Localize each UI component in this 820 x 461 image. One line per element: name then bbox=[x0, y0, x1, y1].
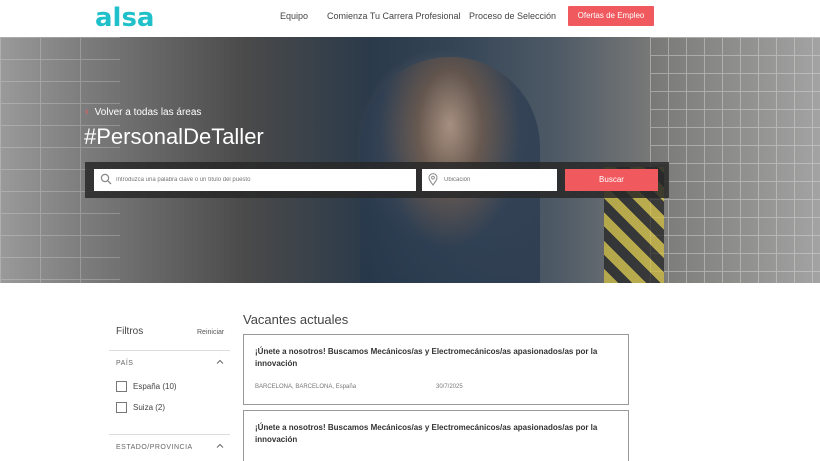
back-to-areas-link[interactable]: ‹ Volver a todas las áreas bbox=[85, 106, 201, 119]
filters-title: Filtros bbox=[116, 326, 144, 337]
alsa-logo[interactable]: alsa bbox=[95, 5, 154, 31]
vacancies-heading: Vacantes actuales bbox=[243, 312, 349, 327]
hero-background-grid bbox=[650, 37, 820, 283]
filters-divider bbox=[109, 434, 230, 435]
reset-filters-link[interactable]: Reiniciar bbox=[197, 329, 224, 336]
page-title: #PersonalDeTaller bbox=[84, 124, 264, 149]
job-date: 30/7/2025 bbox=[436, 384, 463, 390]
chevron-left-icon: ‹ bbox=[85, 106, 89, 118]
filter-option-espana-label[interactable]: España (10) bbox=[133, 382, 177, 391]
nav-link-carrera[interactable]: Comienza Tu Carrera Profesional bbox=[327, 11, 461, 22]
job-location: BARCELONA, BARCELONA, España bbox=[255, 384, 357, 390]
filter-section-state-label[interactable]: ESTADO/PROVINCIA bbox=[116, 444, 193, 451]
filter-section-country-label[interactable]: PAÍS bbox=[116, 360, 133, 367]
chevron-up-icon[interactable] bbox=[216, 442, 224, 450]
hero-background-wall bbox=[0, 37, 120, 283]
nav-link-proceso[interactable]: Proceso de Selección bbox=[469, 11, 556, 22]
keyword-search-field[interactable] bbox=[94, 169, 416, 191]
job-title-link[interactable]: ¡Únete a nosotros! Buscamos Mecánicos/as… bbox=[255, 346, 615, 370]
job-card[interactable]: ¡Únete a nosotros! Buscamos Mecánicos/as… bbox=[243, 410, 629, 461]
keyword-search-input[interactable] bbox=[116, 169, 406, 191]
filter-checkbox-espana[interactable] bbox=[116, 381, 127, 392]
job-title-link[interactable]: ¡Únete a nosotros! Buscamos Mecánicos/as… bbox=[255, 422, 615, 446]
hero-banner: ‹ Volver a todas las áreas #PersonalDeTal… bbox=[0, 37, 820, 283]
search-icon bbox=[100, 173, 112, 185]
job-offers-button[interactable]: Ofertas de Empleo bbox=[568, 6, 654, 26]
location-pin-icon bbox=[428, 173, 438, 186]
job-search-bar: Buscar bbox=[85, 162, 669, 198]
job-card[interactable]: ¡Únete a nosotros! Buscamos Mecánicos/as… bbox=[243, 334, 629, 405]
filter-checkbox-suiza[interactable] bbox=[116, 402, 127, 413]
filter-option-suiza-label[interactable]: Suiza (2) bbox=[133, 403, 165, 412]
site-header: alsa Equipo Comienza Tu Carrera Profesio… bbox=[0, 0, 820, 37]
location-search-input[interactable] bbox=[444, 169, 549, 191]
location-search-field[interactable] bbox=[422, 169, 557, 191]
search-button[interactable]: Buscar bbox=[565, 169, 658, 191]
nav-link-equipo[interactable]: Equipo bbox=[280, 11, 308, 22]
filters-divider bbox=[109, 350, 230, 351]
back-link-label: Volver a todas las áreas bbox=[94, 107, 202, 118]
chevron-up-icon[interactable] bbox=[216, 358, 224, 366]
